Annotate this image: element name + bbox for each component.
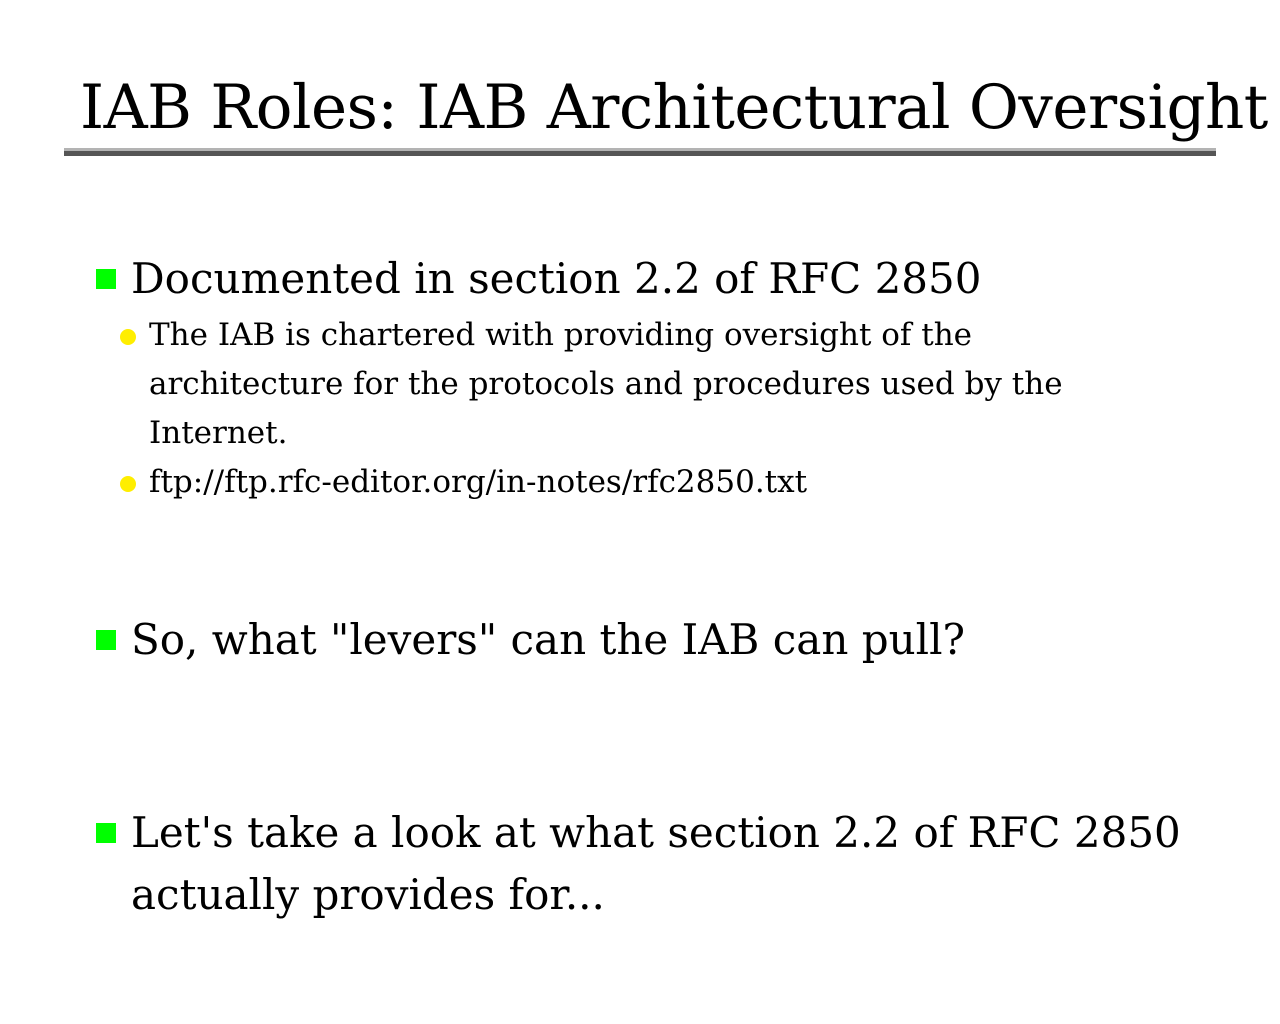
rfc-link-text: ftp://ftp.rfc-editor.org/in-notes/rfc285… bbox=[149, 464, 808, 500]
bullet-text: Let's take a look at what section 2.2 of… bbox=[131, 802, 1181, 926]
bullet-line: actually provides for... bbox=[131, 870, 605, 919]
bullet-text: So, what "levers" can the IAB can pull? bbox=[131, 615, 966, 664]
slide-title: IAB Roles: IAB Architectural Oversight bbox=[80, 72, 1268, 143]
sub-bullet-text: The IAB is chartered with providing over… bbox=[149, 311, 1063, 458]
sub-bullet-line: Internet. bbox=[149, 415, 288, 451]
sub-bullet-text: ftp://ftp.rfc-editor.org/in-notes/rfc285… bbox=[149, 458, 807, 507]
circle-bullet-icon bbox=[120, 329, 136, 345]
sub-bullet-line: The IAB is chartered with providing over… bbox=[149, 317, 973, 353]
bullet-text: Documented in section 2.2 of RFC 2850 bbox=[131, 254, 982, 303]
title-divider-dark bbox=[64, 151, 1216, 156]
square-bullet-icon bbox=[96, 823, 116, 843]
square-bullet-icon bbox=[96, 269, 116, 289]
bullet-line: Let's take a look at what section 2.2 of… bbox=[131, 808, 1181, 857]
square-bullet-icon bbox=[96, 630, 116, 650]
circle-bullet-icon bbox=[120, 476, 136, 492]
sub-bullet-line: architecture for the protocols and proce… bbox=[149, 366, 1063, 402]
